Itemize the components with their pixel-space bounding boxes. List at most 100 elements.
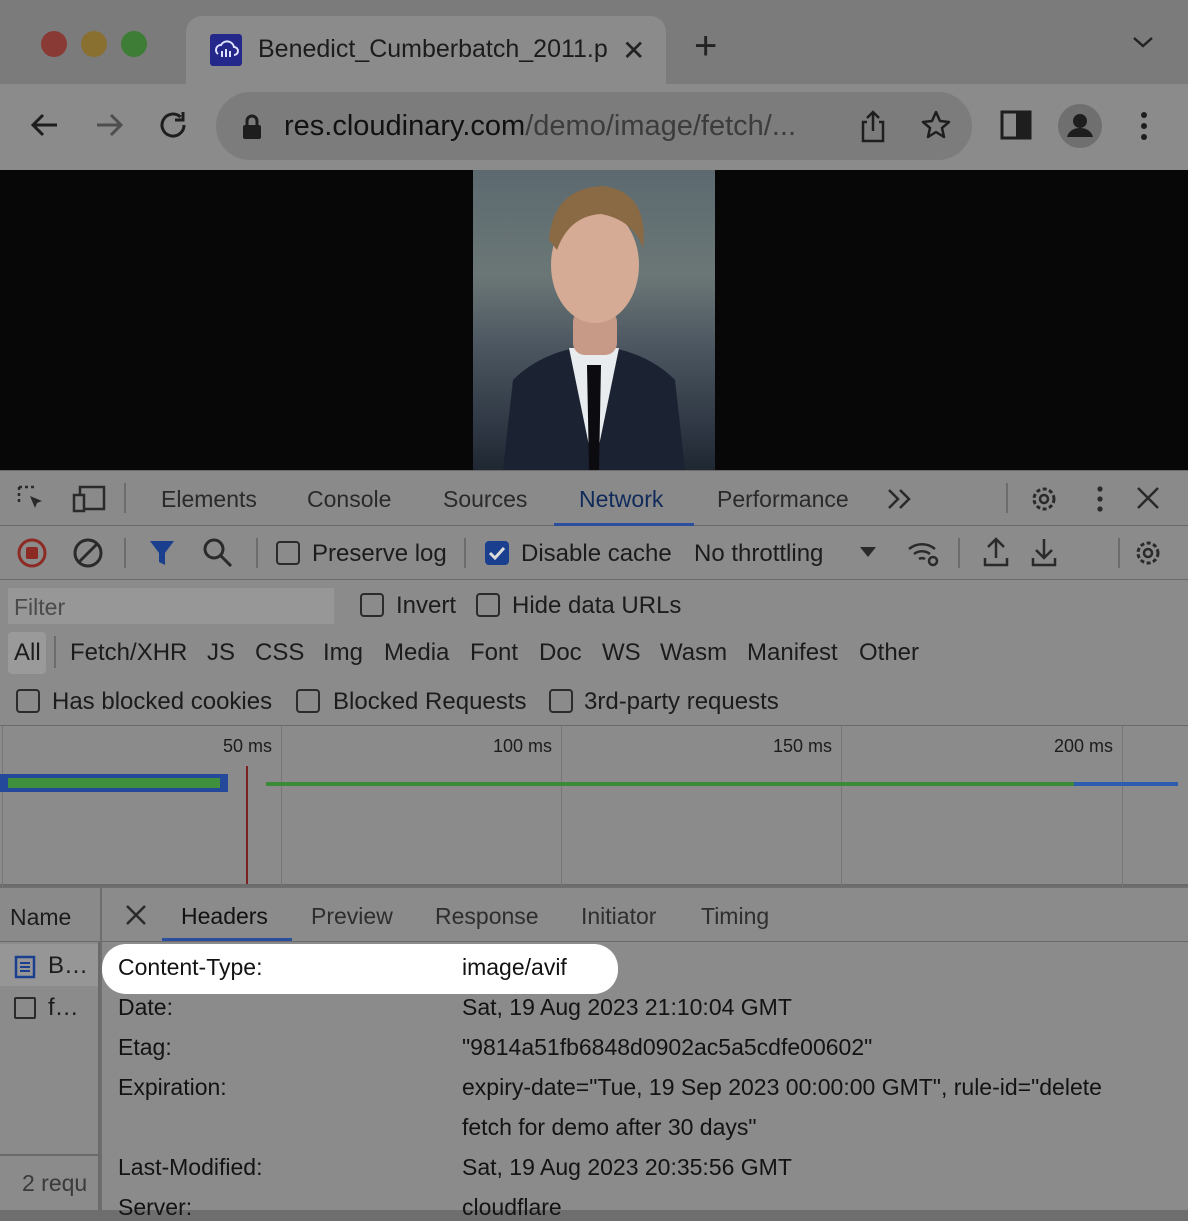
browser-tab[interactable]: Benedict_Cumberbatch_2011.p ✕ xyxy=(186,16,666,84)
request-bar-fetch-wait xyxy=(266,782,1074,786)
device-toolbar-icon[interactable] xyxy=(72,484,106,519)
lock-icon xyxy=(242,114,262,145)
header-key: Date: xyxy=(118,994,173,1020)
page-viewport xyxy=(0,170,1188,470)
type-filter-font[interactable]: Font xyxy=(470,639,518,667)
minimize-window-button[interactable] xyxy=(81,31,107,57)
network-overview-timeline[interactable]: 50 ms 100 ms 150 ms 200 ms xyxy=(0,726,1188,886)
has-blocked-cookies-checkbox[interactable] xyxy=(16,689,40,713)
share-icon[interactable] xyxy=(858,109,888,148)
type-filter-doc[interactable]: Doc xyxy=(539,639,582,667)
import-har-icon[interactable] xyxy=(982,536,1010,573)
filter-bar: Invert Hide data URLs All Fetch/XHR JS C… xyxy=(0,580,1188,726)
request-name-column: Name B… f… 2 requ xyxy=(0,888,100,1210)
portrait-image xyxy=(473,170,715,470)
blocked-requests-label: Blocked Requests xyxy=(333,688,527,715)
headers-tab-indicator xyxy=(162,938,292,941)
network-conditions-icon[interactable] xyxy=(906,537,942,574)
name-column-header[interactable]: Name xyxy=(0,888,100,942)
tab-title: Benedict_Cumberbatch_2011.p xyxy=(258,35,608,63)
blocked-requests-checkbox[interactable] xyxy=(296,689,320,713)
network-settings-gear-icon[interactable] xyxy=(1132,537,1164,574)
header-key: Expiration: xyxy=(118,1074,227,1100)
forward-icon[interactable] xyxy=(92,108,126,147)
throttling-select[interactable]: No throttling xyxy=(694,540,823,568)
request-name-1: B… xyxy=(48,952,89,979)
close-window-button[interactable] xyxy=(41,31,67,57)
tab-performance[interactable]: Performance xyxy=(717,486,849,513)
devtools-menu-icon[interactable] xyxy=(1090,483,1110,520)
tab-network[interactable]: Network xyxy=(579,486,663,513)
hide-data-urls-checkbox[interactable] xyxy=(476,593,500,617)
type-filter-manifest[interactable]: Manifest xyxy=(747,639,838,667)
header-key: Server: xyxy=(118,1194,193,1220)
hide-data-urls-label: Hide data URLs xyxy=(512,592,682,619)
tick-50ms: 50 ms xyxy=(223,736,273,756)
header-value: Sat, 19 Aug 2023 20:35:56 GMT xyxy=(462,1154,792,1180)
load-event-marker xyxy=(246,766,248,884)
address-bar[interactable]: res.cloudinary.com/demo/image/fetch/... xyxy=(216,92,972,160)
tab-console[interactable]: Console xyxy=(307,486,391,513)
third-party-requests-checkbox[interactable] xyxy=(549,689,573,713)
tab-preview[interactable]: Preview xyxy=(311,903,393,930)
request-row[interactable]: f… xyxy=(0,986,98,1028)
document-icon xyxy=(14,955,36,984)
filter-input[interactable] xyxy=(8,588,334,627)
more-tabs-chevron-icon[interactable] xyxy=(886,487,914,516)
close-detail-icon[interactable] xyxy=(124,903,148,932)
type-filter-all[interactable]: All xyxy=(14,639,41,667)
type-filter-other[interactable]: Other xyxy=(859,639,919,667)
tab-elements[interactable]: Elements xyxy=(161,486,257,513)
disable-cache-label: Disable cache xyxy=(521,540,672,567)
disable-cache-checkbox[interactable] xyxy=(485,541,509,565)
tab-sources[interactable]: Sources xyxy=(443,486,527,513)
maximize-window-button[interactable] xyxy=(121,31,147,57)
fetch-request-icon xyxy=(14,997,36,1019)
type-filter-js[interactable]: JS xyxy=(207,639,235,667)
close-devtools-icon[interactable] xyxy=(1134,484,1162,517)
cloudinary-favicon-icon xyxy=(210,34,242,66)
bookmark-star-icon[interactable] xyxy=(920,109,952,146)
export-har-icon[interactable] xyxy=(1030,536,1058,573)
filter-funnel-icon[interactable] xyxy=(148,538,176,573)
search-icon[interactable] xyxy=(202,537,234,574)
type-filter-fetch-xhr[interactable]: Fetch/XHR xyxy=(70,639,187,667)
header-value: expiry-date="Tue, 19 Sep 2023 00:00:00 G… xyxy=(462,1074,1102,1100)
throttling-dropdown-icon[interactable] xyxy=(858,544,878,565)
back-icon[interactable] xyxy=(28,108,62,147)
tick-150ms: 150 ms xyxy=(773,736,833,756)
side-panel-icon[interactable] xyxy=(1000,110,1032,145)
type-filter-ws[interactable]: WS xyxy=(602,639,641,667)
type-filter-media[interactable]: Media xyxy=(384,639,449,667)
network-toolbar: Preserve log Disable cache No throttling xyxy=(0,526,1188,580)
type-filter-img[interactable]: Img xyxy=(323,639,363,667)
browser-toolbar: res.cloudinary.com/demo/image/fetch/... xyxy=(0,84,1188,170)
tab-timing[interactable]: Timing xyxy=(701,903,769,930)
request-row-selected[interactable]: B… xyxy=(0,944,98,986)
tab-headers[interactable]: Headers xyxy=(181,903,268,930)
browser-menu-icon[interactable] xyxy=(1134,110,1154,149)
type-filter-css[interactable]: CSS xyxy=(255,639,304,667)
type-filter-wasm[interactable]: Wasm xyxy=(660,639,727,667)
tab-response[interactable]: Response xyxy=(435,903,539,930)
settings-gear-icon[interactable] xyxy=(1028,483,1060,520)
request-bar-fetch-download xyxy=(1074,782,1178,786)
inspect-element-icon[interactable] xyxy=(16,484,48,519)
record-stop-icon[interactable] xyxy=(16,537,48,574)
preserve-log-label: Preserve log xyxy=(312,540,447,567)
header-key: Content-Type: xyxy=(118,954,263,980)
invert-checkbox[interactable] xyxy=(360,593,384,617)
header-value-continued: fetch for demo after 30 days" xyxy=(462,1114,757,1140)
new-tab-icon[interactable]: + xyxy=(694,26,717,66)
devtools-tabbar: Elements Console Sources Network Perform… xyxy=(0,470,1188,526)
preserve-log-checkbox[interactable] xyxy=(276,541,300,565)
request-detail-panel: Headers Preview Response Initiator Timin… xyxy=(102,888,1188,1220)
header-value: cloudflare xyxy=(462,1194,562,1220)
tab-search-chevron-icon[interactable] xyxy=(1130,32,1156,57)
reload-icon[interactable] xyxy=(156,108,190,147)
profile-avatar-icon[interactable] xyxy=(1058,104,1102,148)
tab-close-icon[interactable]: ✕ xyxy=(622,34,645,67)
tab-initiator[interactable]: Initiator xyxy=(581,903,656,930)
clear-icon[interactable] xyxy=(72,537,104,574)
header-value: "9814a51fb6848d0902ac5a5cdfe00602" xyxy=(462,1034,873,1060)
